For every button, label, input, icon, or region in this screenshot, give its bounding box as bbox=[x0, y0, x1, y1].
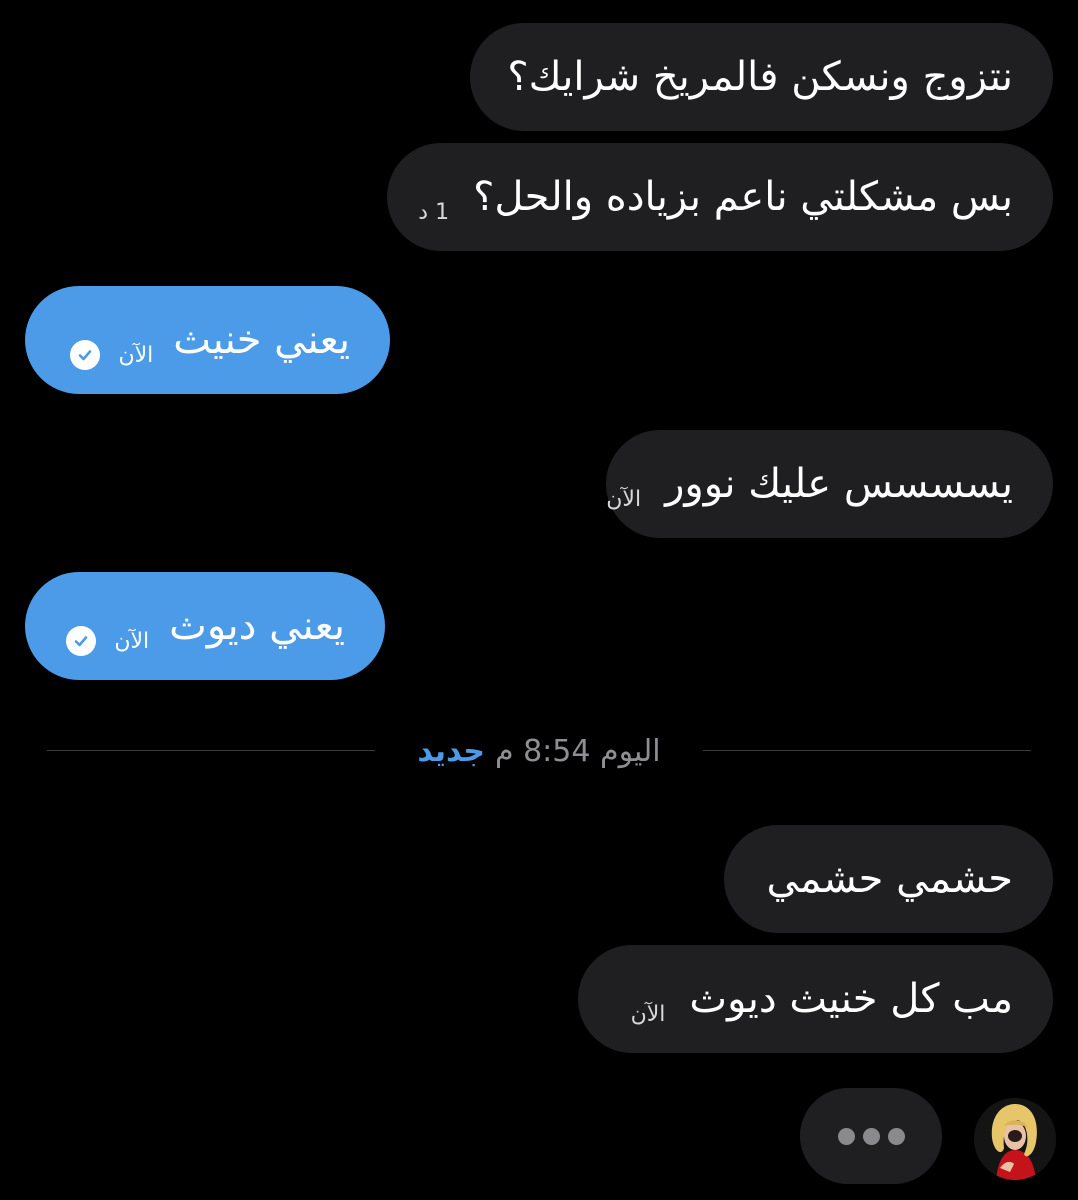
typing-dots-icon bbox=[887, 1127, 905, 1145]
typing-dots-icon bbox=[862, 1127, 880, 1145]
message-bubble-incoming[interactable]: نتزوج ونسكن فالمريخ شرايك؟ bbox=[470, 23, 1053, 131]
message-bubble-outgoing[interactable]: الآن يعني خنيث bbox=[25, 286, 390, 394]
message-text: يسسسس عليك نوور bbox=[665, 461, 1013, 507]
message-timestamp: الآن bbox=[118, 343, 154, 368]
message-timestamp: 1 د bbox=[418, 200, 450, 225]
typing-indicator bbox=[800, 1088, 942, 1184]
message-text: حشمي حشمي bbox=[766, 856, 1013, 902]
message-text: نتزوج ونسكن فالمريخ شرايك؟ bbox=[507, 54, 1013, 100]
message-bubble-incoming[interactable]: حشمي حشمي bbox=[724, 825, 1053, 933]
avatar[interactable] bbox=[974, 1098, 1056, 1180]
read-check-icon bbox=[66, 626, 97, 656]
message-text: يعني خنيث bbox=[173, 317, 350, 363]
message-bubble-incoming[interactable]: الآن يسسسس عليك نوور bbox=[606, 430, 1053, 538]
message-text: مب كل خنيث ديوث bbox=[689, 976, 1013, 1022]
message-text: يعني ديوث bbox=[169, 603, 345, 649]
message-bubble-outgoing[interactable]: الآن يعني ديوث bbox=[25, 572, 385, 680]
message-text: بس مشكلتي ناعم بزياده والحل؟ bbox=[473, 174, 1013, 220]
divider-date: اليوم 8:54 م bbox=[494, 733, 661, 769]
message-timestamp: الآن bbox=[114, 629, 150, 654]
divider-new-label: جديد bbox=[417, 733, 485, 769]
message-timestamp: الآن bbox=[630, 1002, 666, 1027]
read-check-icon bbox=[70, 340, 101, 370]
message-bubble-incoming[interactable]: 1 د بس مشكلتي ناعم بزياده والحل؟ bbox=[387, 143, 1053, 251]
divider-line-left bbox=[47, 750, 375, 751]
typing-dots-icon bbox=[837, 1127, 855, 1145]
message-timestamp: الآن bbox=[606, 487, 642, 512]
message-bubble-incoming[interactable]: الآن مب كل خنيث ديوث bbox=[578, 945, 1053, 1053]
new-messages-divider: اليوم 8:54 م جديد bbox=[380, 729, 698, 773]
divider-line-right bbox=[703, 750, 1031, 751]
